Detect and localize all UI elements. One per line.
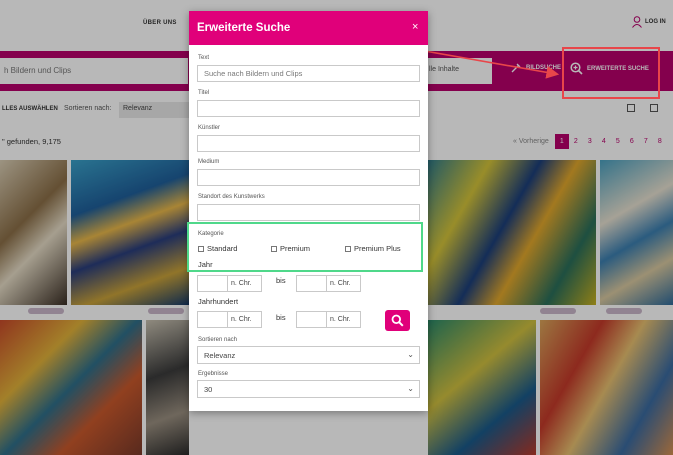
bis-label: bis [276,313,286,322]
year-from-field[interactable]: n. Chr. [197,275,262,292]
sort-by-value: Relevanz [204,351,236,360]
location-label: Standort des Kunstwerks [198,194,265,200]
text-field[interactable]: Suche nach Bildern und Clips [197,65,420,82]
results-per-page-select[interactable]: 30 ⌄ [197,380,420,398]
title-field[interactable] [197,100,420,117]
sort-by-label: Sortieren nach [198,337,238,343]
artist-label: Künstler [198,125,221,131]
century-to-input[interactable] [297,312,327,327]
chevron-down-icon: ⌄ [407,384,414,393]
results-label: Ergebnisse [198,371,229,377]
era-select[interactable]: n. Chr. [327,312,360,327]
era-select[interactable]: n. Chr. [327,276,360,291]
annotation-green-box [187,222,423,272]
year-to-input[interactable] [297,276,327,291]
medium-label: Medium [198,159,220,165]
century-from-field[interactable]: n. Chr. [197,311,262,328]
century-label: Jahrhundert [198,297,239,306]
century-to-field[interactable]: n. Chr. [296,311,361,328]
century-from-input[interactable] [198,312,228,327]
results-value: 30 [204,385,213,394]
location-field[interactable] [197,204,420,221]
search-icon [391,314,404,327]
text-label: Text [198,55,210,61]
chevron-down-icon: ⌄ [407,350,414,359]
search-submit-button[interactable] [385,310,410,331]
bis-label: bis [276,276,286,285]
era-select[interactable]: n. Chr. [228,276,261,291]
year-from-input[interactable] [198,276,228,291]
advanced-search-dialog: Erweiterte Suche × Text Suche nach Bilde… [189,11,428,411]
sort-by-select[interactable]: Relevanz ⌄ [197,346,420,364]
close-icon[interactable]: × [412,21,418,33]
medium-field[interactable] [197,169,420,186]
year-to-field[interactable]: n. Chr. [296,275,361,292]
era-select[interactable]: n. Chr. [228,312,261,327]
dialog-title: Erweiterte Suche [197,22,291,34]
artist-field[interactable] [197,135,420,152]
title-label: Titel [198,90,210,96]
